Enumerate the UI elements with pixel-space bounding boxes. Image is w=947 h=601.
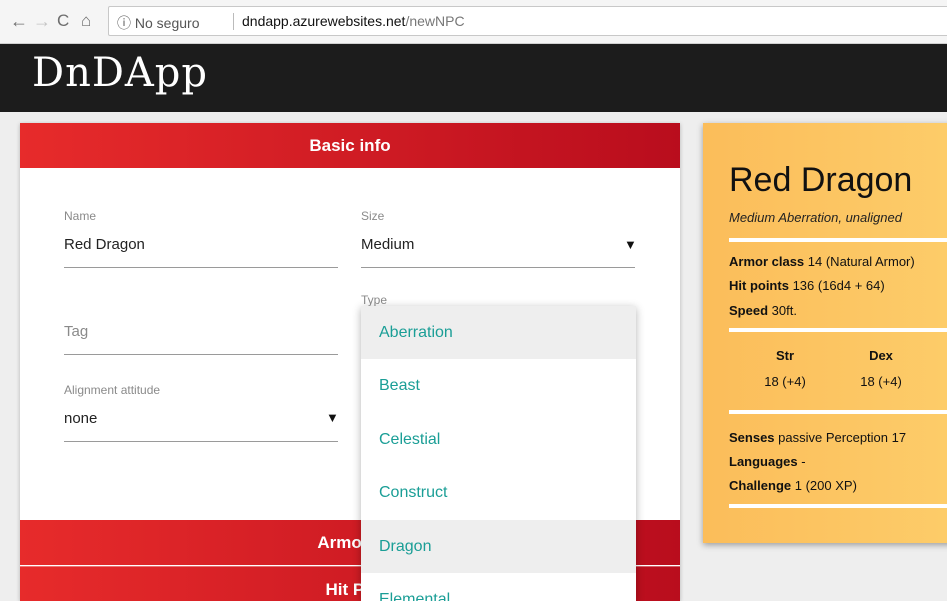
languages-label: Languages (729, 454, 798, 469)
type-option-construct[interactable]: Construct (361, 466, 636, 519)
url-path: /newNPC (405, 13, 465, 29)
name-underline (64, 267, 338, 268)
senses-label: Senses (729, 430, 775, 445)
ability-value-str: 18 (+4) (764, 374, 806, 389)
speed-label: Speed (729, 303, 769, 318)
tag-underline (64, 354, 338, 355)
challenge-label: Challenge (729, 478, 792, 493)
stat-divider (729, 238, 947, 242)
hit-points-label: Hit points (729, 278, 789, 293)
hit-points-line: Hit points 136 (16d4 + 64) (729, 278, 885, 293)
back-arrow-icon[interactable]: ← (10, 10, 28, 32)
alignment-caret-icon[interactable]: ▼ (326, 410, 339, 425)
senses-line: Senses passive Perception 17 (729, 430, 906, 445)
stat-block-card: Red Dragon Medium Aberration, unaligned … (703, 123, 947, 543)
alignment-underline (64, 441, 338, 442)
languages-value: - (801, 454, 806, 469)
app-header: DnDApp (0, 44, 947, 112)
type-option-celestial[interactable]: Celestial (361, 413, 636, 466)
stat-divider (729, 410, 947, 414)
type-option-elemental[interactable]: Elemental (361, 573, 636, 601)
armor-class-value: 14 (Natural Armor) (807, 254, 915, 269)
type-option-aberration[interactable]: Aberration (361, 306, 636, 359)
size-underline (361, 267, 635, 268)
ability-name-dex: Dex (869, 348, 893, 363)
home-icon[interactable]: ⌂ (81, 10, 91, 32)
ability-name-str: Str (775, 348, 795, 363)
size-select[interactable]: Medium (361, 236, 414, 253)
ability-value-dex: 18 (+4) (860, 374, 902, 389)
url-text[interactable]: dndapp.azurewebsites.net/newNPC (242, 13, 465, 29)
challenge-line: Challenge 1 (200 XP) (729, 478, 857, 493)
name-label: Name (64, 209, 97, 223)
browser-toolbar: ← → C ⌂ ⓘ No seguro dndapp.azurewebsites… (0, 0, 947, 44)
address-divider (233, 13, 234, 30)
armor-class-label: Armor class (729, 254, 805, 269)
size-label: Size (361, 209, 385, 223)
forward-arrow-icon[interactable]: → (33, 10, 51, 32)
basic-info-header[interactable]: Basic info (20, 123, 680, 168)
senses-value: passive Perception 17 (778, 430, 907, 445)
hit-points-value: 136 (16d4 + 64) (792, 278, 885, 293)
stat-divider (729, 328, 947, 332)
alignment-label: Alignment attitude (64, 383, 161, 397)
type-option-beast[interactable]: Beast (361, 359, 636, 412)
type-label: Type (361, 293, 388, 307)
reload-icon[interactable]: C (57, 10, 69, 32)
challenge-value: 1 (200 XP) (794, 478, 857, 493)
alignment-select[interactable]: none (64, 410, 97, 427)
site-info-label[interactable]: ⓘ No seguro (117, 13, 199, 33)
languages-line: Languages - (729, 454, 806, 469)
armor-class-line: Armor class 14 (Natural Armor) (729, 254, 915, 269)
speed-line: Speed 30ft. (729, 303, 797, 318)
stat-divider (729, 504, 947, 508)
stat-block-name: Red Dragon (729, 161, 913, 199)
tag-input[interactable]: Tag (64, 323, 88, 340)
name-input[interactable]: Red Dragon (64, 236, 145, 253)
app-logo[interactable]: DnDApp (32, 50, 208, 96)
type-option-dragon[interactable]: Dragon (361, 520, 636, 573)
speed-value: 30ft. (771, 303, 797, 318)
url-host: dndapp.azurewebsites.net (242, 13, 406, 29)
stat-block-subtitle: Medium Aberration, unaligned (729, 210, 902, 225)
type-dropdown-menu[interactable]: Aberration Beast Celestial Construct Dra… (361, 306, 636, 601)
address-bar[interactable]: ⓘ No seguro dndapp.azurewebsites.net/new… (108, 6, 947, 36)
size-caret-icon[interactable]: ▼ (624, 237, 637, 252)
